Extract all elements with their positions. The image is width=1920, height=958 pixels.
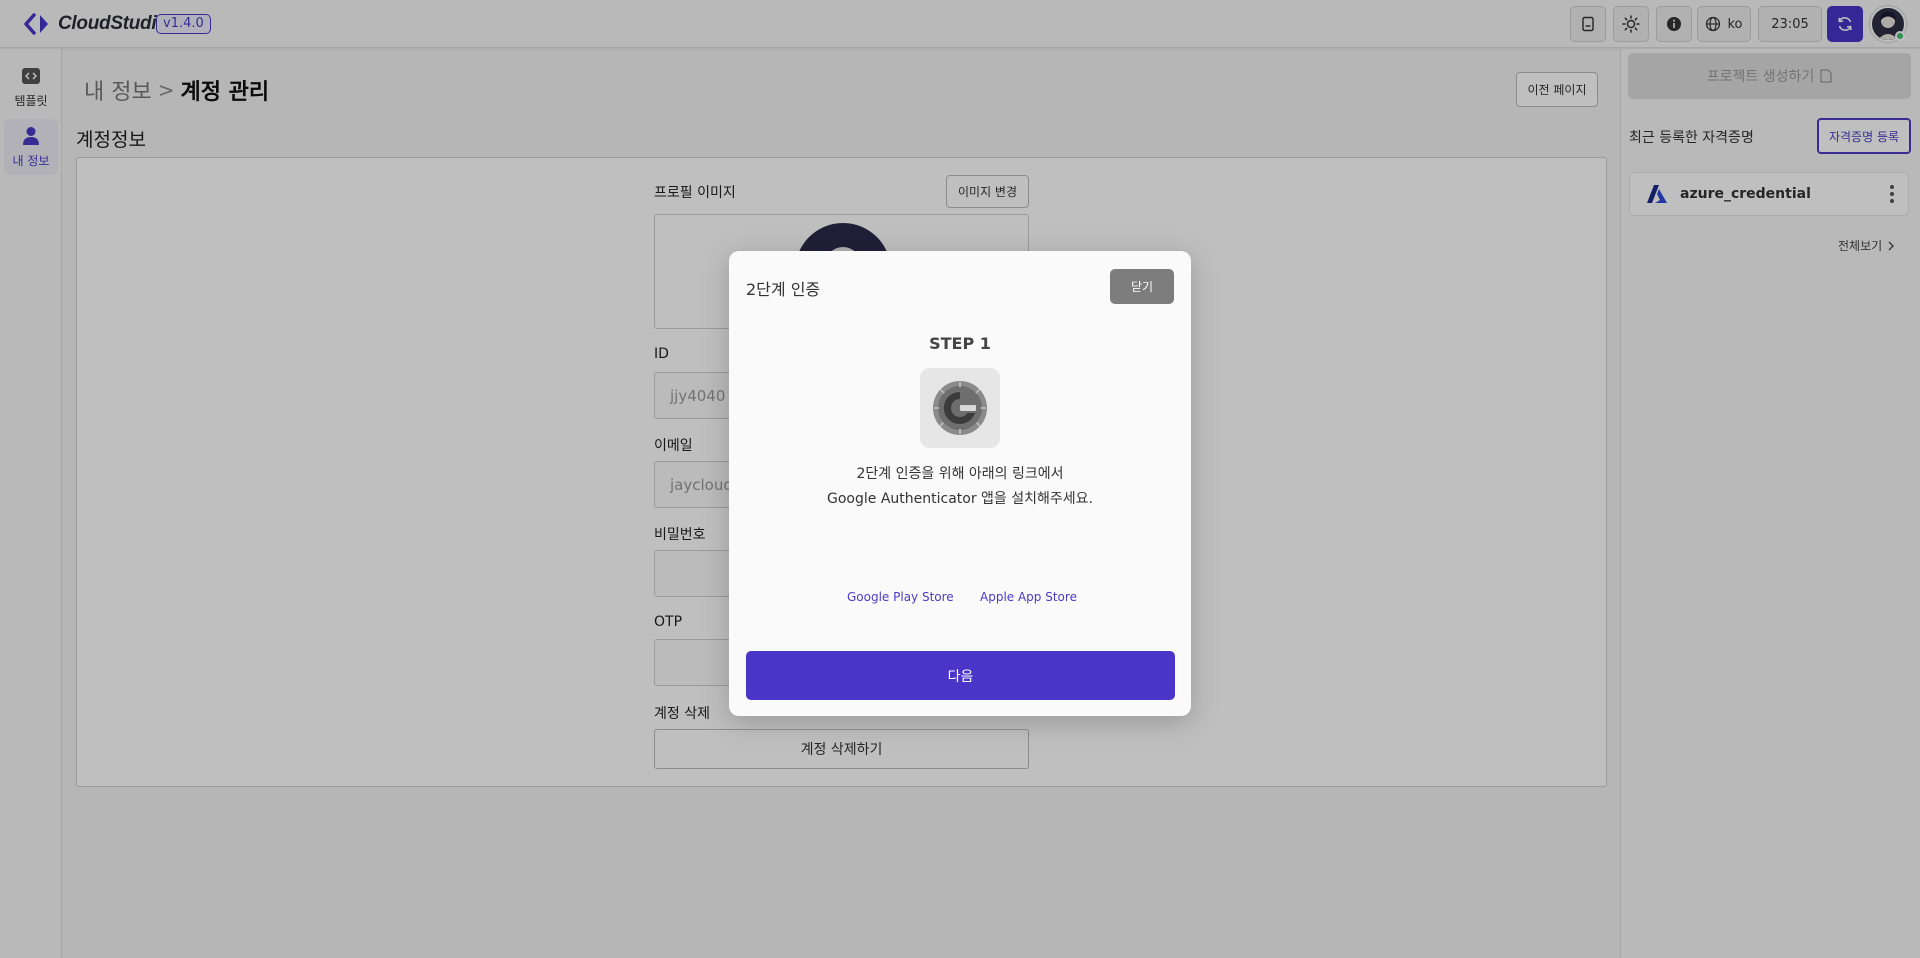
google-play-store-link[interactable]: Google Play Store (847, 590, 954, 604)
next-button[interactable]: 다음 (746, 651, 1175, 700)
close-button[interactable]: 닫기 (1110, 269, 1174, 304)
description-line-1: 2단계 인증을 위해 아래의 링크에서 (856, 466, 1064, 482)
google-authenticator-icon (933, 381, 987, 435)
modal-title: 2단계 인증 (746, 280, 821, 299)
step-label: STEP 1 (929, 334, 991, 353)
description-line-2: Google Authenticator 앱을 설치해주세요. (827, 491, 1093, 507)
authenticator-icon (920, 368, 1000, 448)
two-factor-modal: 2단계 인증 닫기 STEP 1 2단계 인증을 위해 아래의 링크에서 Goo… (729, 251, 1191, 716)
apple-app-store-link[interactable]: Apple App Store (980, 590, 1077, 604)
